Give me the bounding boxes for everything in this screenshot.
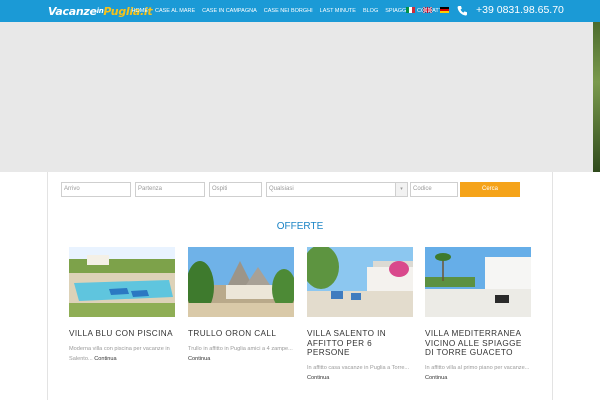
nav-case-al-mare[interactable]: CASE AL MARE <box>152 8 199 14</box>
partenza-input[interactable]: Partenza <box>135 182 205 197</box>
main-nav: HOME CASE AL MARE CASE IN CAMPAGNA CASE … <box>128 0 447 22</box>
continua-link[interactable]: Continua <box>188 356 210 362</box>
hero-image-edge <box>593 22 600 172</box>
offer-card-title[interactable]: TRULLO ORON CALL <box>188 329 294 339</box>
nav-blog[interactable]: BLOG <box>359 8 381 14</box>
nav-last-minute[interactable]: LAST MINUTE <box>316 8 359 14</box>
language-switcher <box>406 7 449 13</box>
continua-link[interactable]: Continua <box>425 375 447 381</box>
hero-image <box>0 22 593 172</box>
ospiti-input[interactable]: Ospiti <box>209 182 262 197</box>
offer-card-title[interactable]: VILLA MEDITERRANEA VICINO ALLE SPIAGGE D… <box>425 329 531 358</box>
offer-card[interactable]: TRULLO ORON CALL Trullo in affitto in Pu… <box>186 247 296 364</box>
offer-card-desc: In affitto casa vacanze in Puglia a Torr… <box>307 363 413 383</box>
villa-salento-image[interactable] <box>303 245 413 317</box>
offer-card-title[interactable]: VILLA BLU CON PISCINA <box>69 329 175 339</box>
offer-card-desc-text: Trullo in affitto in Puglia amici a 4 za… <box>188 345 293 352</box>
flag-italy-icon[interactable] <box>406 7 415 13</box>
trullo-image[interactable] <box>186 247 296 317</box>
arrivo-input[interactable]: Arrivo <box>61 182 131 197</box>
offer-card-desc-text: In affitto casa vacanze in Puglia a Torr… <box>307 364 410 371</box>
offer-card[interactable]: VILLA BLU CON PISCINA Moderna villa con … <box>69 247 175 364</box>
offer-card-desc-text: In affitto villa al primo piano per vaca… <box>425 364 530 371</box>
tipologia-select[interactable]: Qualsiasi <box>266 182 396 197</box>
nav-home[interactable]: HOME <box>128 8 152 14</box>
offer-card-desc: Moderna villa con piscina per vacanze in… <box>69 344 175 364</box>
offer-card-desc: Trullo in affitto in Puglia amici a 4 za… <box>188 344 294 364</box>
phone-number[interactable]: +39 0831.98.65.70 <box>476 4 564 16</box>
offer-card-title[interactable]: VILLA SALENTO IN AFFITTO PER 6 PERSONE <box>307 329 413 358</box>
nav-case-nei-borghi[interactable]: CASE NEI BORGHI <box>260 8 316 14</box>
offers-heading: OFFERTE <box>276 221 324 232</box>
logo-part-in: in <box>96 7 104 15</box>
continua-link[interactable]: Continua <box>307 375 329 381</box>
villa-mediterranea-image[interactable] <box>425 247 531 317</box>
offer-card[interactable]: VILLA MEDITERRANEA VICINO ALLE SPIAGGE D… <box>425 247 531 383</box>
codice-input[interactable]: Codice <box>410 182 458 197</box>
offer-card[interactable]: VILLA SALENTO IN AFFITTO PER 6 PERSONE I… <box>303 245 413 383</box>
top-header: Vacanze in Puglia .it HOME CASE AL MARE CAS… <box>0 0 600 22</box>
flag-germany-icon[interactable] <box>440 7 449 13</box>
nav-case-in-campagna[interactable]: CASE IN CAMPAGNA <box>199 8 261 14</box>
phone-icon <box>457 6 467 16</box>
chevron-down-icon[interactable]: ▾ <box>395 182 408 197</box>
villa-pool-image[interactable] <box>69 247 175 317</box>
flag-uk-icon[interactable] <box>423 7 432 13</box>
logo-part-vacanze: Vacanze <box>48 4 97 18</box>
offer-card-desc-text: Moderna villa con piscina per vacanze in… <box>69 345 170 362</box>
search-button[interactable]: Cerca <box>460 182 520 197</box>
offer-card-desc: In affitto villa al primo piano per vaca… <box>425 363 531 383</box>
continua-link[interactable]: Continua <box>94 356 116 362</box>
